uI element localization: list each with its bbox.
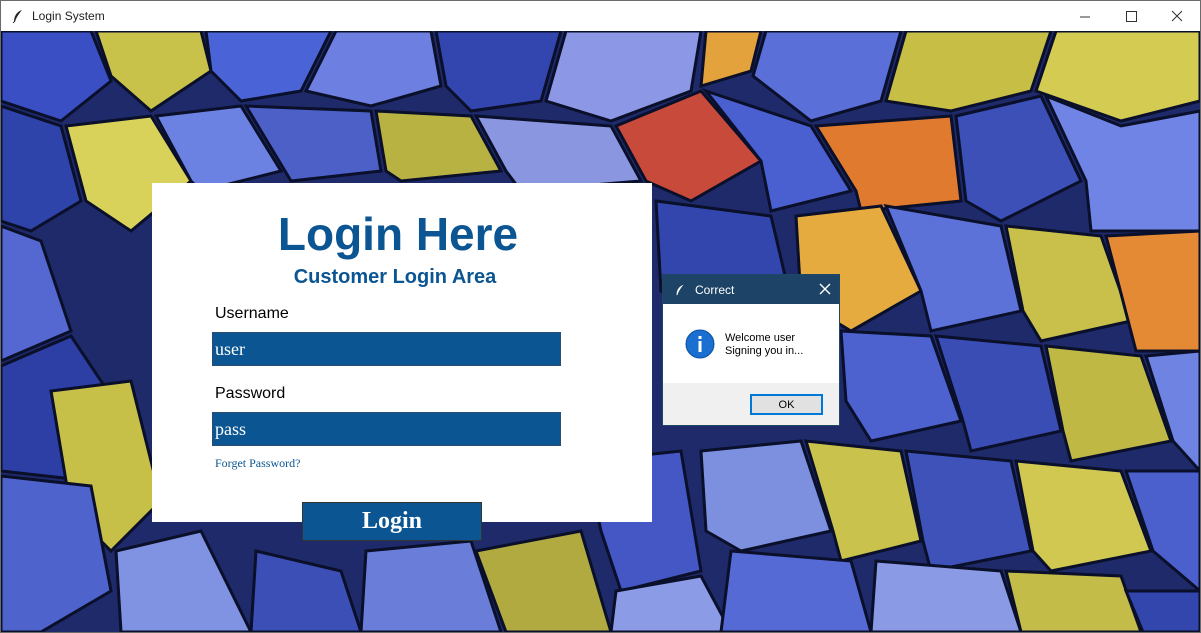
login-frame: Login Here Customer Login Area Username … bbox=[152, 183, 652, 522]
feather-icon bbox=[676, 284, 684, 295]
close-icon[interactable] bbox=[817, 281, 833, 297]
minimize-icon bbox=[1079, 16, 1090, 17]
app-window: Login System Login Here Customer Login A… bbox=[0, 0, 1201, 633]
dialog-body: Welcome user Signing you in... bbox=[663, 304, 839, 383]
dialog-message-line2: Signing you in... bbox=[725, 345, 804, 357]
maximize-icon bbox=[1125, 10, 1137, 22]
info-icon bbox=[685, 329, 715, 359]
close-window-button[interactable] bbox=[1154, 1, 1200, 31]
feather-icon bbox=[12, 10, 22, 23]
password-input[interactable] bbox=[212, 412, 561, 446]
title-bar: Login System bbox=[1, 1, 1200, 31]
dialog-message-line1: Welcome user bbox=[725, 332, 796, 344]
username-label: Username bbox=[215, 305, 289, 322]
minimize-button[interactable] bbox=[1062, 1, 1108, 31]
ok-button[interactable]: OK bbox=[750, 394, 823, 415]
dialog-message: Welcome user Signing you in... bbox=[725, 332, 803, 358]
login-heading: Login Here bbox=[277, 208, 519, 260]
login-subheading: Customer Login Area bbox=[293, 266, 497, 288]
username-input[interactable] bbox=[212, 332, 561, 366]
dialog-title-bar: Correct bbox=[663, 275, 839, 304]
login-button[interactable]: Login bbox=[302, 502, 482, 541]
maximize-button[interactable] bbox=[1108, 1, 1154, 31]
message-dialog: Correct Welcome user Signing you in... O… bbox=[662, 274, 840, 426]
window-title: Login System bbox=[32, 9, 105, 23]
password-label: Password bbox=[215, 385, 286, 402]
dialog-title: Correct bbox=[695, 282, 735, 297]
forget-password-link[interactable]: Forget Password? bbox=[215, 456, 300, 471]
close-icon bbox=[1171, 10, 1183, 22]
